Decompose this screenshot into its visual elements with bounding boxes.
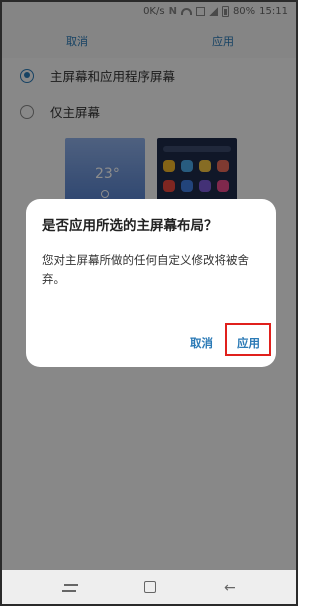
- dialog-title: 是否应用所选的主屏幕布局？: [42, 218, 218, 234]
- apply-layout-dialog: 是否应用所选的主屏幕布局？ 您对主屏幕所做的任何自定义修改将被舍弃。 取消 应用: [26, 199, 276, 367]
- dialog-message: 您对主屏幕所做的任何自定义修改将被舍弃。: [42, 253, 249, 286]
- navigation-bar: ←: [2, 570, 296, 604]
- recent-apps-icon[interactable]: [62, 579, 80, 597]
- highlight-box: [225, 323, 271, 356]
- back-icon[interactable]: ←: [224, 579, 242, 597]
- dialog-cancel-button[interactable]: 取消: [190, 335, 213, 351]
- screen: 0K/s N 80% 15:11 取消 应用 主屏幕和应用程序屏幕 仅主屏幕 2…: [0, 0, 298, 606]
- home-icon[interactable]: [142, 579, 160, 597]
